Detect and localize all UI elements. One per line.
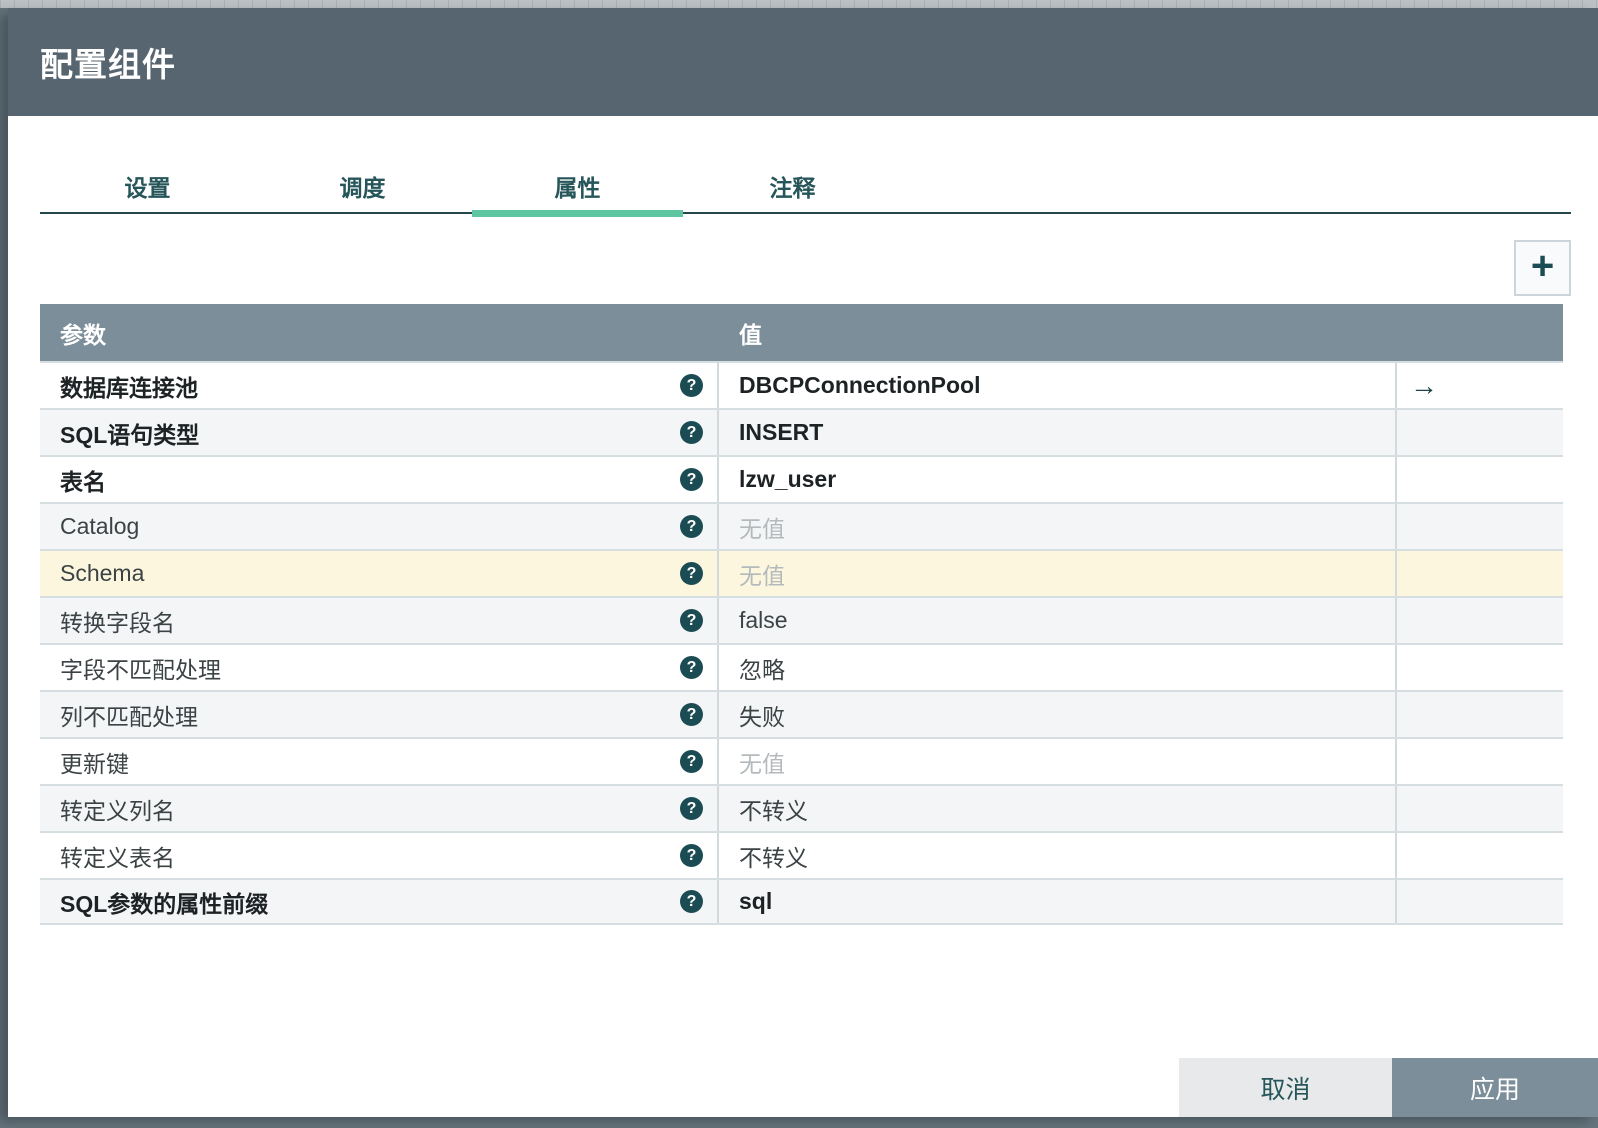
tab-comments[interactable]: 注释 <box>685 160 900 212</box>
help-icon[interactable]: ? <box>680 515 703 538</box>
table-body: 数据库连接池? DBCPConnectionPool → SQL语句类型? INSERT… <box>40 361 1563 925</box>
table-row: 转定义列名? 不转义 <box>40 784 1563 831</box>
table-row: 转换字段名? false <box>40 596 1563 643</box>
tab-comments-label: 注释 <box>769 175 816 201</box>
plus-icon: + <box>1530 244 1555 288</box>
parameter-value[interactable]: false <box>719 598 1397 643</box>
parameter-cell: 列不匹配处理? <box>40 692 719 737</box>
parameter-name: 转换字段名 <box>60 609 175 636</box>
table-row: 数据库连接池? DBCPConnectionPool → <box>40 361 1563 408</box>
table-row: 更新键? 无值 <box>40 737 1563 784</box>
parameter-cell: Schema? <box>40 551 719 596</box>
help-icon[interactable]: ? <box>680 703 703 726</box>
table-row: 字段不匹配处理? 忽略 <box>40 643 1563 690</box>
parameter-name: Catalog <box>60 513 140 539</box>
parameter-cell: Catalog? <box>40 504 719 549</box>
properties-toolbar: + <box>40 240 1571 296</box>
table-row: Schema? 无值 <box>40 549 1563 596</box>
canvas-background <box>0 0 1598 8</box>
row-actions-cell <box>1397 786 1563 831</box>
table-row: 表名? lzw_user <box>40 455 1563 502</box>
row-actions-cell <box>1397 457 1563 502</box>
parameter-name: 列不匹配处理 <box>60 703 198 730</box>
row-actions-cell <box>1397 833 1563 878</box>
parameter-value[interactable]: 不转义 <box>719 786 1397 831</box>
parameter-name: 转定义表名 <box>60 844 175 871</box>
tab-scheduling-label: 调度 <box>339 175 386 201</box>
go-to-service-arrow-icon[interactable]: → <box>1410 371 1438 400</box>
help-icon[interactable]: ? <box>680 374 703 397</box>
help-icon[interactable]: ? <box>680 468 703 491</box>
help-icon[interactable]: ? <box>680 656 703 679</box>
row-actions-cell <box>1397 645 1563 690</box>
parameter-cell: 更新键? <box>40 739 719 784</box>
dialog-titlebar: 配置组件 <box>8 8 1598 116</box>
parameter-name: SQL参数的属性前缀 <box>60 890 269 917</box>
row-actions-cell: → <box>1397 363 1563 408</box>
parameter-value[interactable]: 无值 <box>719 551 1397 596</box>
dialog-title: 配置组件 <box>40 46 176 83</box>
help-icon[interactable]: ? <box>680 750 703 773</box>
row-actions-cell <box>1397 880 1563 923</box>
help-icon[interactable]: ? <box>680 609 703 632</box>
cancel-button-label: 取消 <box>1260 1075 1311 1104</box>
help-icon[interactable]: ? <box>680 797 703 820</box>
row-actions-cell <box>1397 504 1563 549</box>
column-header-parameter: 参数 <box>60 321 106 348</box>
parameter-cell: 转定义表名? <box>40 833 719 878</box>
row-actions-cell <box>1397 739 1563 784</box>
parameter-value[interactable]: sql <box>719 880 1397 923</box>
row-actions-cell <box>1397 692 1563 737</box>
parameter-cell: 字段不匹配处理? <box>40 645 719 690</box>
tab-settings[interactable]: 设置 <box>40 160 255 212</box>
parameter-name: SQL语句类型 <box>60 421 200 448</box>
parameter-value[interactable]: 失败 <box>719 692 1397 737</box>
add-property-button[interactable]: + <box>1514 240 1571 296</box>
tab-properties[interactable]: 属性 <box>470 160 685 217</box>
row-actions-cell <box>1397 551 1563 596</box>
table-row: Catalog? 无值 <box>40 502 1563 549</box>
tab-scheduling[interactable]: 调度 <box>255 160 470 212</box>
parameter-cell: SQL参数的属性前缀? <box>40 880 719 923</box>
help-icon[interactable]: ? <box>680 562 703 585</box>
parameter-cell: 转换字段名? <box>40 598 719 643</box>
parameter-cell: 表名? <box>40 457 719 502</box>
apply-button[interactable]: 应用 <box>1392 1058 1598 1117</box>
properties-table: 参数 值 数据库连接池? DBCPConnectionPool → SQL语句类型? I… <box>40 304 1563 925</box>
table-row: 列不匹配处理? 失败 <box>40 690 1563 737</box>
help-icon[interactable]: ? <box>680 890 703 913</box>
table-row: SQL参数的属性前缀? sql <box>40 878 1563 925</box>
parameter-value[interactable]: 无值 <box>719 504 1397 549</box>
parameter-value[interactable]: lzw_user <box>719 457 1397 502</box>
tab-settings-label: 设置 <box>124 175 171 201</box>
parameter-value[interactable]: 无值 <box>719 739 1397 784</box>
row-actions-cell <box>1397 598 1563 643</box>
parameter-cell: 数据库连接池? <box>40 363 719 408</box>
parameter-name: 数据库连接池 <box>60 374 198 401</box>
parameter-name: 表名 <box>60 468 106 495</box>
table-header-row: 参数 值 <box>40 304 1563 361</box>
parameter-name: 转定义列名 <box>60 797 175 824</box>
cancel-button[interactable]: 取消 <box>1179 1058 1392 1117</box>
table-row: SQL语句类型? INSERT <box>40 408 1563 455</box>
parameter-name: 字段不匹配处理 <box>60 656 221 683</box>
parameter-value[interactable]: 不转义 <box>719 833 1397 878</box>
tab-properties-label: 属性 <box>554 175 601 201</box>
configure-component-dialog: 配置组件 设置 调度 属性 注释 + 参数 值 数据库连接池 ? DBCPCon… <box>8 8 1598 1117</box>
parameter-name: 更新键 <box>60 750 129 777</box>
table-row: 转定义表名? 不转义 <box>40 831 1563 878</box>
row-actions-cell <box>1397 410 1563 455</box>
parameter-cell: 转定义列名? <box>40 786 719 831</box>
parameter-value[interactable]: INSERT <box>719 410 1397 455</box>
parameter-value[interactable]: 忽略 <box>719 645 1397 690</box>
help-icon[interactable]: ? <box>680 844 703 867</box>
help-icon[interactable]: ? <box>680 421 703 444</box>
dialog-footer: 取消 应用 <box>1179 1058 1598 1117</box>
apply-button-label: 应用 <box>1469 1075 1520 1104</box>
parameter-cell: SQL语句类型? <box>40 410 719 455</box>
tab-bar: 设置 调度 属性 注释 <box>40 160 1571 217</box>
column-header-value: 值 <box>739 321 762 348</box>
parameter-name: Schema <box>60 560 145 586</box>
parameter-value[interactable]: DBCPConnectionPool <box>719 363 1397 408</box>
